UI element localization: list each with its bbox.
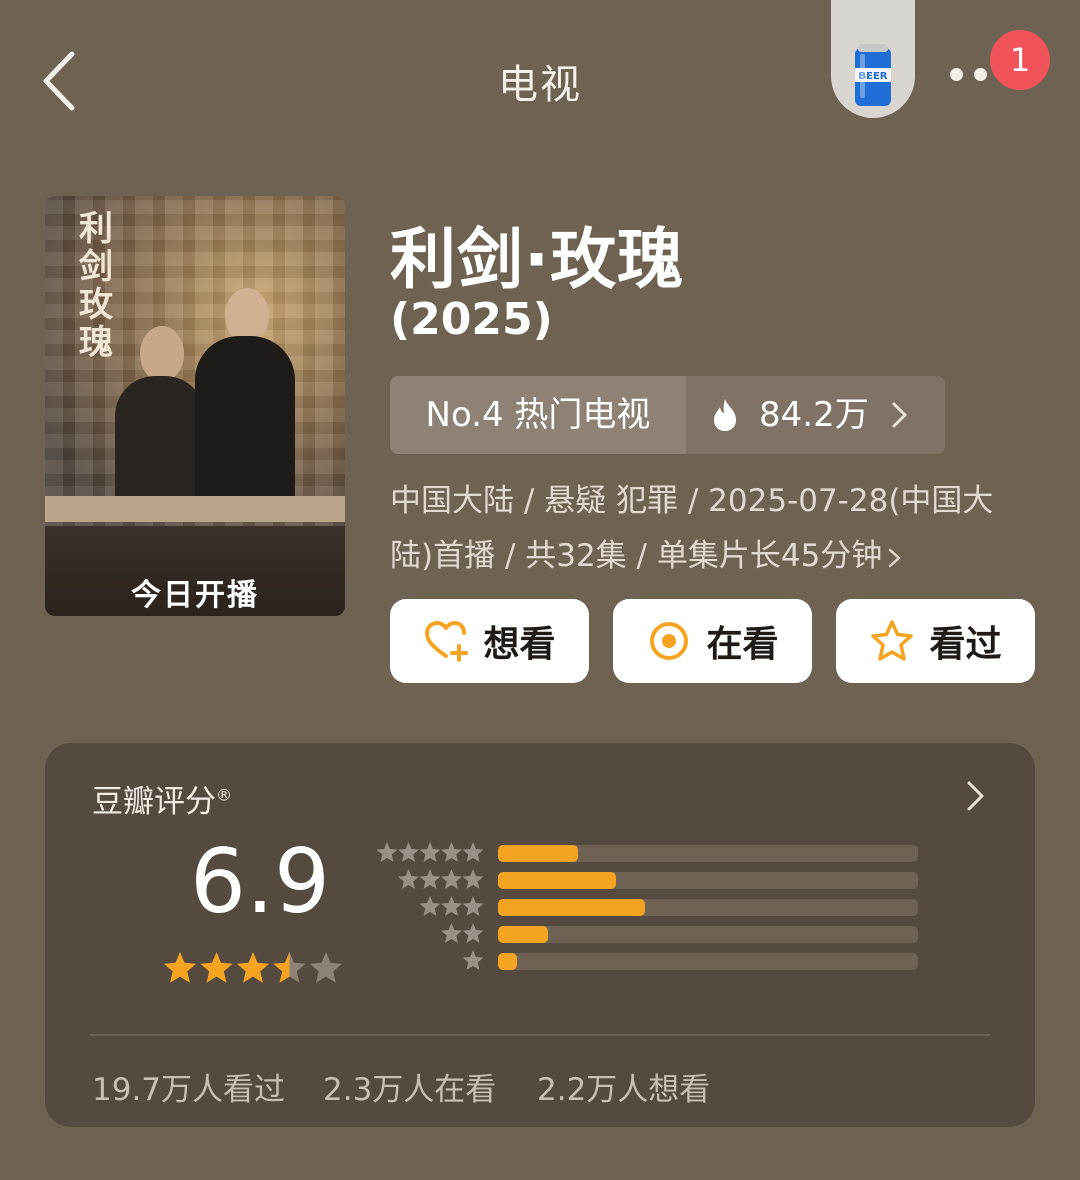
distribution-bar-fill [498, 953, 517, 970]
rating-star [163, 952, 197, 983]
rating-star [236, 952, 270, 983]
beer-can-icon[interactable]: BEER [852, 42, 894, 108]
distribution-bar-5 [498, 845, 918, 862]
distribution-star [462, 869, 484, 889]
watched-button[interactable]: 看过 [836, 599, 1035, 683]
distribution-bar-1 [498, 953, 918, 970]
distribution-star [398, 869, 419, 889]
heat-value: 84.2万 [759, 395, 869, 435]
show-year: (2025) [390, 294, 553, 345]
rating-score: 6.9 [190, 830, 330, 933]
show-poster[interactable]: 利剑玫瑰 今日开播 [45, 196, 345, 616]
distribution-bar-2 [498, 926, 918, 943]
distribution-star [441, 869, 462, 889]
distribution-star [376, 842, 398, 862]
distribution-bar-fill [498, 926, 549, 943]
chevron-right-icon[interactable] [966, 780, 986, 812]
distribution-bar-fill [498, 845, 578, 862]
distribution-bar-4 [498, 872, 918, 889]
poster-vertical-title: 利剑玫瑰 [79, 209, 113, 363]
stat-watching[interactable]: 2.3万人在看 [323, 1064, 496, 1109]
star-outline-icon [871, 620, 914, 661]
stat-want[interactable]: 2.2万人想看 [537, 1064, 710, 1109]
registered-mark: ® [216, 785, 232, 805]
distribution-star [398, 842, 419, 862]
distribution-star [441, 896, 462, 916]
distribution-star [441, 923, 462, 943]
distribution-star [462, 923, 484, 943]
distribution-star [441, 842, 462, 862]
ranking-bar[interactable]: No.4 热门电视 84.2万 [390, 376, 945, 454]
show-meta[interactable]: 中国大陆 / 悬疑 犯罪 / 2025-07-28(中国大 陆)首播 / 共32… [390, 474, 1040, 584]
stat-watched[interactable]: 19.7万人看过 [92, 1064, 285, 1109]
distribution-star [462, 896, 484, 916]
flame-icon [714, 399, 736, 431]
rating-star [200, 952, 233, 983]
meta-line-2: 陆)首播 / 共32集 / 单集片长45分钟 [390, 538, 883, 574]
distribution-stars-4 [398, 869, 484, 889]
distribution-bar-3 [498, 899, 918, 916]
distribution-stars-2 [441, 923, 484, 943]
heat-section[interactable]: 84.2万 [686, 376, 945, 454]
watching-button[interactable]: 在看 [613, 599, 812, 683]
distribution-star [462, 950, 484, 970]
distribution-star [419, 869, 441, 889]
distribution-star [462, 842, 484, 862]
notification-badge: 1 [990, 30, 1050, 90]
distribution-star [419, 896, 441, 916]
want-to-watch-button[interactable]: 想看 [390, 599, 589, 683]
rating-stars [163, 952, 343, 983]
distribution-stars-5 [376, 842, 484, 862]
distribution-bar-fill [498, 899, 645, 916]
want-label: 想看 [483, 624, 556, 665]
divider [90, 1034, 990, 1036]
distribution-stars-1 [462, 950, 484, 970]
distribution-star [419, 842, 441, 862]
page-title: 电视 [498, 62, 582, 108]
target-circle-icon [650, 622, 689, 660]
poster-caption: 今日开播 [131, 578, 259, 613]
rank-label[interactable]: No.4 热门电视 [390, 376, 686, 454]
distribution-stars-3 [419, 896, 484, 916]
watched-label: 看过 [929, 624, 1002, 665]
rating-title: 豆瓣评分® [92, 784, 232, 820]
chevron-right-icon [892, 402, 907, 428]
chevron-right-icon [889, 548, 901, 567]
heart-plus-icon [425, 621, 469, 662]
show-title: 利剑·玫瑰 [390, 221, 685, 298]
distribution-bar-fill [498, 872, 616, 889]
meta-line-1: 中国大陆 / 悬疑 犯罪 / 2025-07-28(中国大 [390, 483, 994, 519]
watching-label: 在看 [706, 624, 779, 665]
